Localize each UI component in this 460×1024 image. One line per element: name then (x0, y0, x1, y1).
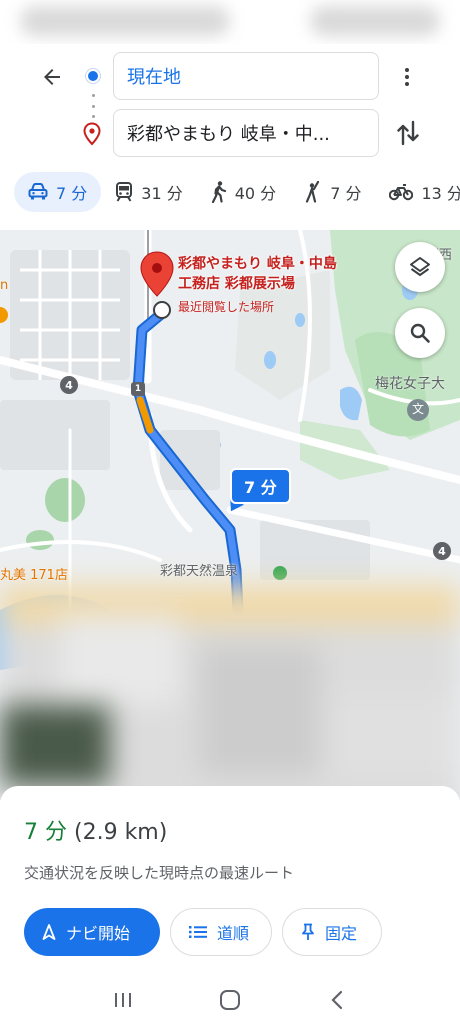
directions-screen: 現在地 彩都やまもり 岐阜・中... 7 分 31 分 40 分 7 分 13 … (0, 0, 460, 1024)
road-number-badge: 4 (433, 542, 451, 560)
map-label-university[interactable]: 梅花女子大 (375, 373, 445, 393)
start-navigation-label: ナビ開始 (66, 924, 131, 943)
status-bar-blur (310, 6, 440, 36)
tab-drive[interactable]: 7 分 (14, 172, 102, 212)
destination-input[interactable]: 彩都やまもり 岐阜・中... (113, 109, 379, 157)
origin-input[interactable]: 現在地 (113, 52, 379, 100)
destination-map-label[interactable]: 彩都やまもり 岐阜・中島 工務店 彩都展示場 (178, 254, 337, 294)
person-hail-icon (306, 181, 320, 203)
travel-mode-tabs: 7 分 31 分 40 分 7 分 13 分 (0, 170, 460, 214)
status-bar-blur (20, 6, 230, 36)
road-number-badge: 1 (131, 382, 145, 396)
search-icon (410, 323, 430, 343)
pin-label: 固定 (325, 924, 358, 943)
tab-bike-label: 13 分 (421, 184, 460, 203)
eta-distance: (2.9 km) (74, 820, 168, 845)
route-dots (91, 94, 95, 118)
more-options-button[interactable] (396, 62, 418, 92)
origin-dot-icon (86, 69, 100, 83)
system-navigation-bar (0, 976, 460, 1024)
steps-button[interactable]: 道順 (170, 908, 272, 956)
bike-icon (389, 184, 414, 201)
list-icon (189, 926, 207, 938)
layers-button[interactable] (395, 242, 445, 292)
tab-walk[interactable]: 40 分 (197, 172, 290, 212)
pin-button[interactable]: 固定 (282, 908, 382, 956)
status-bar (0, 0, 460, 44)
pin-icon (302, 923, 314, 940)
car-icon (28, 183, 48, 200)
swap-icon[interactable] (394, 118, 422, 148)
route-time-bubble[interactable]: 7 分 (230, 468, 291, 504)
route-map[interactable]: n 関西 梅花女子大 丸美 171店 彩都天然温泉 文 4 4 1 彩都やまもり… (0, 230, 460, 800)
map-label-onsen[interactable]: 彩都天然温泉 (160, 560, 238, 579)
tab-transit-label: 31 分 (141, 184, 183, 203)
route-description: 交通状況を反映した現時点の最速ルート (24, 864, 295, 882)
map-label-west: n (0, 278, 9, 293)
arrow-back-icon (44, 69, 60, 85)
chevron-left-icon (331, 990, 342, 1010)
tab-walk-label: 40 分 (234, 184, 277, 203)
tab-ride[interactable]: 7 分 (290, 172, 375, 212)
school-icon: 文 (411, 402, 424, 416)
tab-transit[interactable]: 31 分 (101, 172, 196, 212)
tab-drive-label: 7 分 (56, 184, 88, 203)
destination-map-sublabel: 最近閲覧した場所 (178, 300, 275, 314)
navigation-arrow-icon (42, 924, 56, 940)
back-button[interactable] (32, 62, 72, 92)
eta-time: 7 分 (24, 820, 67, 845)
route-summary-sheet: 7 分 (2.9 km) 交通状況を反映した現時点の最速ルート ナビ開始 道順 (0, 786, 460, 976)
tab-ride-label: 7 分 (330, 184, 362, 203)
steps-label: 道順 (217, 924, 250, 943)
recent-apps-button[interactable] (108, 985, 138, 1015)
system-back-button[interactable] (322, 985, 352, 1015)
road-number-badge: 4 (60, 376, 78, 394)
destination-pin-icon (83, 122, 101, 146)
home-icon (219, 990, 240, 1010)
directions-header: 現在地 彩都やまもり 岐阜・中... 7 分 31 分 40 分 7 分 13 … (0, 44, 460, 230)
action-buttons: ナビ開始 道順 固定 (24, 908, 382, 956)
recent-apps-icon (115, 993, 132, 1007)
eta-summary: 7 分 (2.9 km) (24, 814, 167, 846)
walk-icon (211, 181, 226, 203)
layers-icon (410, 257, 430, 276)
train-icon (116, 182, 133, 202)
tab-bike[interactable]: 13 分 (375, 172, 460, 212)
map-label-store[interactable]: 丸美 171店 (0, 564, 68, 583)
map-blur-overlay (0, 585, 460, 800)
home-button[interactable] (215, 985, 245, 1015)
destination-map-label-text: 彩都やまもり 岐阜・中島 工務店 彩都展示場 (178, 256, 337, 292)
map-search-button[interactable] (395, 308, 445, 358)
start-navigation-button[interactable]: ナビ開始 (24, 908, 160, 956)
